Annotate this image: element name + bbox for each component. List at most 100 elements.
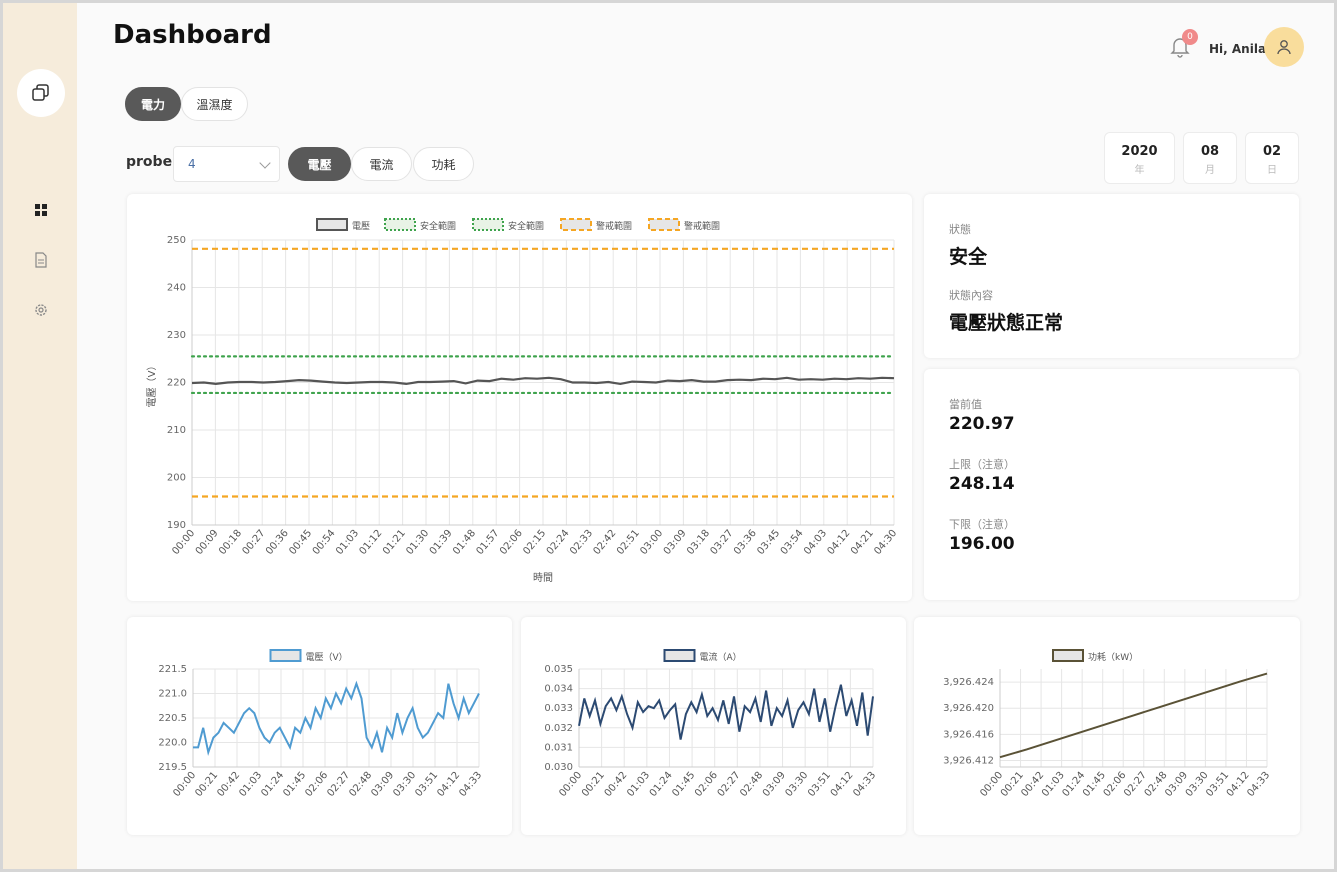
probe-select[interactable]: 4: [173, 146, 280, 182]
y-tick-label: 3,926.416: [943, 729, 994, 740]
x-tick-label: 03:45: [755, 528, 782, 557]
x-tick-label: 00:27: [241, 528, 268, 557]
x-tick-label: 01:45: [281, 770, 308, 799]
date-day-unit: 日: [1267, 165, 1277, 176]
copy-logo-icon: [32, 84, 49, 101]
x-tick-label: 01:12: [358, 528, 385, 557]
x-tick-label: 04:12: [826, 528, 853, 557]
legend-swatch: [663, 649, 696, 662]
x-tick-label: 03:27: [709, 528, 736, 557]
x-tick-label: 03:18: [685, 528, 712, 557]
x-tick-label: 02:48: [738, 770, 765, 799]
sidebar-item-settings[interactable]: [32, 301, 50, 319]
power-small-card: 3,926.412 3,926.416 3,926.420 3,926.424 00:0…: [914, 617, 1300, 835]
x-tick-label: 01:03: [625, 770, 652, 799]
date-day-box[interactable]: 02 日: [1245, 132, 1299, 184]
x-tick-label: 01:48: [451, 528, 478, 557]
x-tick-label: 02:06: [498, 528, 525, 557]
x-tick-label: 02:15: [521, 528, 548, 557]
date-year: 2020: [1121, 144, 1158, 159]
status-card: 狀態 安全 狀態內容 電壓狀態正常: [924, 194, 1299, 358]
legend-label: 安全範圍: [420, 220, 456, 232]
y-tick-label: 0.034: [544, 684, 573, 695]
x-tick-label: 03:09: [369, 770, 396, 799]
sidebar: [3, 3, 77, 869]
status-value: 安全: [949, 246, 988, 268]
y-tick-label: 3,926.420: [943, 703, 994, 714]
user-icon: [1277, 40, 1291, 55]
y-tick-label: 3,926.412: [943, 755, 994, 766]
metric-tab-power[interactable]: 功耗: [413, 147, 474, 181]
x-tick-label: 00:09: [194, 528, 221, 557]
legend-swatch: [1052, 649, 1084, 662]
x-tick-label: 00:00: [557, 770, 584, 799]
metric-tab-current[interactable]: 電流: [351, 147, 412, 181]
x-tick-label: 01:45: [670, 770, 697, 799]
x-tick-label: 01:03: [237, 770, 264, 799]
x-tick-label: 03:51: [806, 770, 833, 799]
y-tick-label: 0.031: [544, 742, 573, 753]
date-month-unit: 月: [1205, 165, 1215, 176]
series-line-0: [999, 672, 1268, 759]
x-tick-label: 04:33: [851, 770, 878, 799]
voltage-small-card: 219.5 220.0 220.5 221.0 221.5 00:00 00:21 00:42…: [127, 617, 512, 835]
probe-select-value: 4: [188, 157, 196, 171]
x-tick-label: 02:48: [347, 770, 374, 799]
x-tick-label: 01:24: [648, 770, 675, 799]
x-tick-label: 03:30: [391, 770, 418, 799]
sidebar-item-dashboard[interactable]: [32, 201, 50, 219]
x-tick-label: 03:09: [662, 528, 689, 557]
tab-power[interactable]: 電力: [125, 87, 181, 121]
page-title: Dashboard: [113, 20, 272, 50]
x-tick-label: 00:18: [217, 528, 244, 557]
x-tick-label: 00:36: [264, 528, 291, 557]
avatar[interactable]: [1264, 27, 1304, 67]
x-tick-label: 03:54: [779, 528, 806, 557]
sidebar-item-reports[interactable]: [32, 251, 50, 269]
x-tick-label: 00:45: [287, 528, 314, 557]
x-tick-label: 01:24: [259, 770, 286, 799]
y-tick-label: 221.0: [158, 689, 187, 700]
legend-swatch: [316, 218, 348, 231]
y-tick-label: 220: [167, 378, 186, 389]
x-tick-label: 00:21: [193, 770, 220, 799]
date-month-box[interactable]: 08 月: [1183, 132, 1237, 184]
x-tick-label: 04:12: [435, 770, 462, 799]
series-line-0: [578, 684, 874, 740]
document-icon: [35, 252, 47, 268]
legend-label: 功耗（kW）: [1088, 652, 1138, 663]
x-tick-label: 03:00: [638, 528, 665, 557]
x-tick-label: 04:33: [1245, 770, 1272, 799]
lower-limit-value: 196.00: [949, 534, 1015, 554]
notification-badge: 0: [1182, 29, 1198, 45]
legend-swatch: [472, 218, 504, 231]
legend-swatch: [560, 218, 592, 231]
legend-swatch: [269, 649, 302, 662]
x-tick-label: 03:51: [413, 770, 440, 799]
x-tick-label: 00:00: [170, 528, 197, 557]
x-tick-label: 01:57: [475, 528, 502, 557]
x-tick-label: 02:33: [568, 528, 595, 557]
tab-temp-humidity[interactable]: 溫濕度: [181, 87, 248, 121]
x-tick-label: 04:30: [872, 528, 899, 557]
x-tick-label: 03:30: [783, 770, 810, 799]
y-tick-label: 230: [167, 330, 186, 341]
user-greeting: Hi, Anila: [1209, 42, 1267, 56]
y-tick-label: 250: [167, 235, 186, 246]
x-tick-label: 01:39: [428, 528, 455, 557]
y-tick-label: 3,926.424: [943, 677, 994, 688]
y-tick-label: 190: [167, 520, 186, 531]
date-year-box[interactable]: 2020 年: [1104, 132, 1175, 184]
logo-button[interactable]: [17, 69, 65, 117]
upper-limit-label: 上限（注意）: [949, 458, 1015, 471]
x-tick-label: 03:36: [732, 528, 759, 557]
legend-swatch: [384, 218, 416, 231]
metric-tab-voltage[interactable]: 電壓: [288, 147, 351, 181]
y-axis-title: 電壓（V）: [146, 361, 158, 408]
current-value: 220.97: [949, 414, 1015, 434]
x-tick-label: 04:21: [849, 528, 876, 557]
chevron-down-icon: [259, 157, 271, 169]
x-tick-label: 00:00: [171, 770, 198, 799]
y-tick-label: 220.0: [158, 738, 187, 749]
voltage-main-chart: 190 200 210 220 230 240 250 00:0000:0900:1800:2…: [146, 218, 899, 584]
